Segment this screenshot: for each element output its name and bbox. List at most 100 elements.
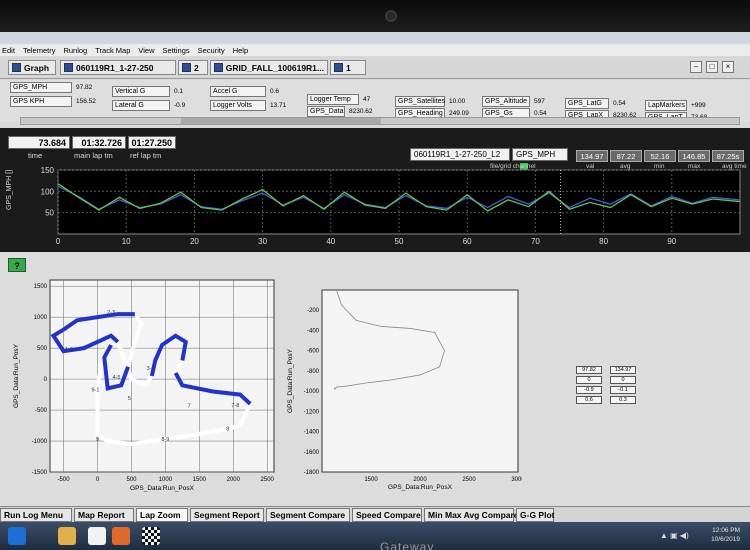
explorer-icon[interactable] — [88, 527, 106, 545]
gauge-value: +999 — [691, 102, 706, 109]
gauge-value: 47 — [363, 96, 371, 103]
segment-label: 7-8 — [231, 403, 239, 409]
gauge-label: GPS KPH — [10, 96, 72, 107]
tab-lap-zoom[interactable]: Lap Zoom — [136, 508, 188, 522]
menu-bar: Edit Telemetry Runlog Track Map View Settings… — [0, 44, 750, 56]
menu-item-telemetry[interactable]: Telemetry — [23, 46, 56, 55]
menu-item-security[interactable]: Security — [198, 46, 225, 55]
tab-run-log-menu[interactable]: Run Log Menu — [0, 508, 72, 522]
document-tab-bar: Graph 060119R1_1-27-250 2 GRID_FALL_1006… — [0, 57, 750, 79]
restore-button[interactable]: □ — [706, 61, 718, 73]
gauge-logger-temp: Logger Temp 47 — [307, 94, 370, 105]
gauge-gps-mph: GPS_MPH 97.82 — [10, 82, 92, 93]
race-flag-app-icon[interactable] — [142, 527, 160, 545]
gauge-label: GPS_LatG — [565, 98, 609, 109]
media-player-icon[interactable] — [112, 527, 130, 545]
help-button[interactable]: ? — [8, 258, 26, 272]
tab-count[interactable]: 2 — [178, 60, 208, 75]
gauge-value: 0.6 — [270, 88, 280, 95]
ref-lap-caption: ref lap tm — [130, 151, 162, 160]
segment-label: 8-9 — [161, 437, 169, 443]
minimize-button[interactable]: – — [690, 61, 702, 73]
track-x-tick-label: 1000 — [159, 477, 173, 483]
graph-x-tick-label: 30 — [258, 237, 267, 246]
gauge-accel-g: Accel G 0.6 — [210, 86, 279, 97]
graph-x-tick-label: 20 — [190, 237, 199, 246]
menu-item-settings[interactable]: Settings — [163, 46, 190, 55]
gauge-value: 0.54 — [534, 110, 547, 117]
compare-x-tick-label: 2500 — [462, 477, 476, 483]
run-icon — [64, 63, 73, 72]
track-x-tick-label: 2000 — [227, 477, 241, 483]
gauge-label: Logger Temp — [307, 94, 359, 105]
compare-y-tick-label: -1000 — [304, 389, 320, 395]
tab-g-g-plot[interactable]: G-G Plot — [516, 508, 554, 522]
track-map-plot[interactable]: -500 0 500 1000 1500 2000 2500 -1500 -1000 -500 0 5… — [8, 274, 283, 504]
mini-table-cell: 134.97 — [610, 366, 636, 374]
channel-file-box[interactable]: 060119R1_1-27-250_L2 — [410, 148, 510, 161]
segment-label: 3-4 — [146, 366, 154, 372]
mini-table-cell: -0.9 — [576, 386, 602, 394]
graph-panel: 73.684 time 01:32.726 main lap tm 01:27.… — [0, 128, 750, 252]
gauge-logger-volts: Logger Volts 13.71 — [210, 100, 286, 111]
mini-table-cell: -0.1 — [610, 386, 636, 394]
gauge-label: Accel G — [210, 86, 266, 97]
menu-item-track-map[interactable]: Track Map — [95, 46, 130, 55]
mini-table-cell: 97.82 — [576, 366, 602, 374]
ie-icon[interactable] — [8, 527, 26, 545]
position-compare-plot[interactable]: 1500 2000 2500 3000 -200 -400 -600 -800 -1000 -12… — [282, 282, 522, 500]
compare-y-tick-label: -200 — [307, 308, 320, 314]
stat-avg-time: 87.25s — [712, 150, 744, 162]
graph-icon — [12, 63, 21, 72]
folder-icon[interactable] — [58, 527, 76, 545]
graph-x-tick-label: 40 — [326, 237, 335, 246]
stat-max: 146.85 — [678, 150, 710, 162]
track-y-axis-label: GPS_Data:Run_PosY — [13, 343, 20, 408]
close-button[interactable]: × — [722, 61, 734, 73]
bottom-tab-bar: Run Log Menu Map Report Lap Zoom Segment Re… — [0, 506, 750, 522]
gauge-value: 0.1 — [174, 88, 184, 95]
mini-table-cell: 0 — [576, 376, 602, 384]
tab-speed-compare[interactable]: Speed Compare — [352, 508, 422, 522]
tab-segment-report[interactable]: Segment Report — [190, 508, 264, 522]
taskbar-clock[interactable]: 12:06 PM 10/6/2019 — [711, 526, 740, 544]
tab-graph[interactable]: Graph — [8, 60, 56, 75]
compare-y-tick-label: -600 — [307, 349, 320, 355]
scrollbar-thumb[interactable] — [181, 118, 381, 124]
track-y-tick-label: 0 — [44, 377, 48, 383]
compare-y-tick-label: -800 — [307, 369, 320, 375]
tab-segment-compare[interactable]: Segment Compare — [266, 508, 350, 522]
segment-label: 9 — [96, 437, 99, 443]
graph-y-tick-label: 150 — [41, 166, 55, 175]
laptop-bezel — [0, 0, 750, 32]
gauge-value: 249.09 — [449, 110, 469, 117]
gauge-gps-latg: GPS_LatG 0.54 — [565, 98, 626, 109]
track-y-tick-label: 500 — [37, 346, 48, 352]
menu-item-help[interactable]: Help — [233, 46, 248, 55]
menu-item-edit[interactable]: Edit — [2, 46, 15, 55]
tab-min-max-avg-compare[interactable]: Min Max Avg Compare — [424, 508, 519, 522]
gauge-value: 0.54 — [613, 100, 626, 107]
channel-name-box[interactable]: GPS_MPH — [512, 148, 568, 171]
compare-y-tick-label: -1400 — [304, 430, 320, 436]
tab-file[interactable]: GRID_FALL_100619R1... — [210, 60, 328, 75]
gauge-label: GPS_Data — [307, 106, 345, 117]
gauge-vertical-g: Vertical G 0.1 — [112, 86, 183, 97]
gauge-label: Lateral G — [112, 100, 170, 111]
track-x-tick-label: 500 — [126, 477, 137, 483]
gauge-value: 8230.62 — [349, 108, 373, 115]
tab-map-report[interactable]: Map Report — [74, 508, 134, 522]
menu-item-runlog[interactable]: Runlog — [63, 46, 87, 55]
tab-index[interactable]: 1 — [330, 60, 366, 75]
gauge-scrollbar[interactable] — [20, 117, 740, 125]
gauge-value: 597 — [534, 98, 545, 105]
mini-table-cell: 0.3 — [610, 396, 636, 404]
speed-trace-graph[interactable]: 0 10 20 30 40 50 60 70 80 90 50 100 150 — [0, 164, 750, 252]
graph-x-tick-label: 80 — [599, 237, 608, 246]
graph-x-tick-label: 60 — [463, 237, 472, 246]
graph-x-tick-label: 0 — [56, 237, 61, 246]
menu-item-view[interactable]: View — [138, 46, 154, 55]
track-y-tick-label: 1500 — [34, 284, 48, 290]
main-lap-caption: main lap tm — [74, 151, 113, 160]
tab-run[interactable]: 060119R1_1-27-250 — [60, 60, 176, 75]
